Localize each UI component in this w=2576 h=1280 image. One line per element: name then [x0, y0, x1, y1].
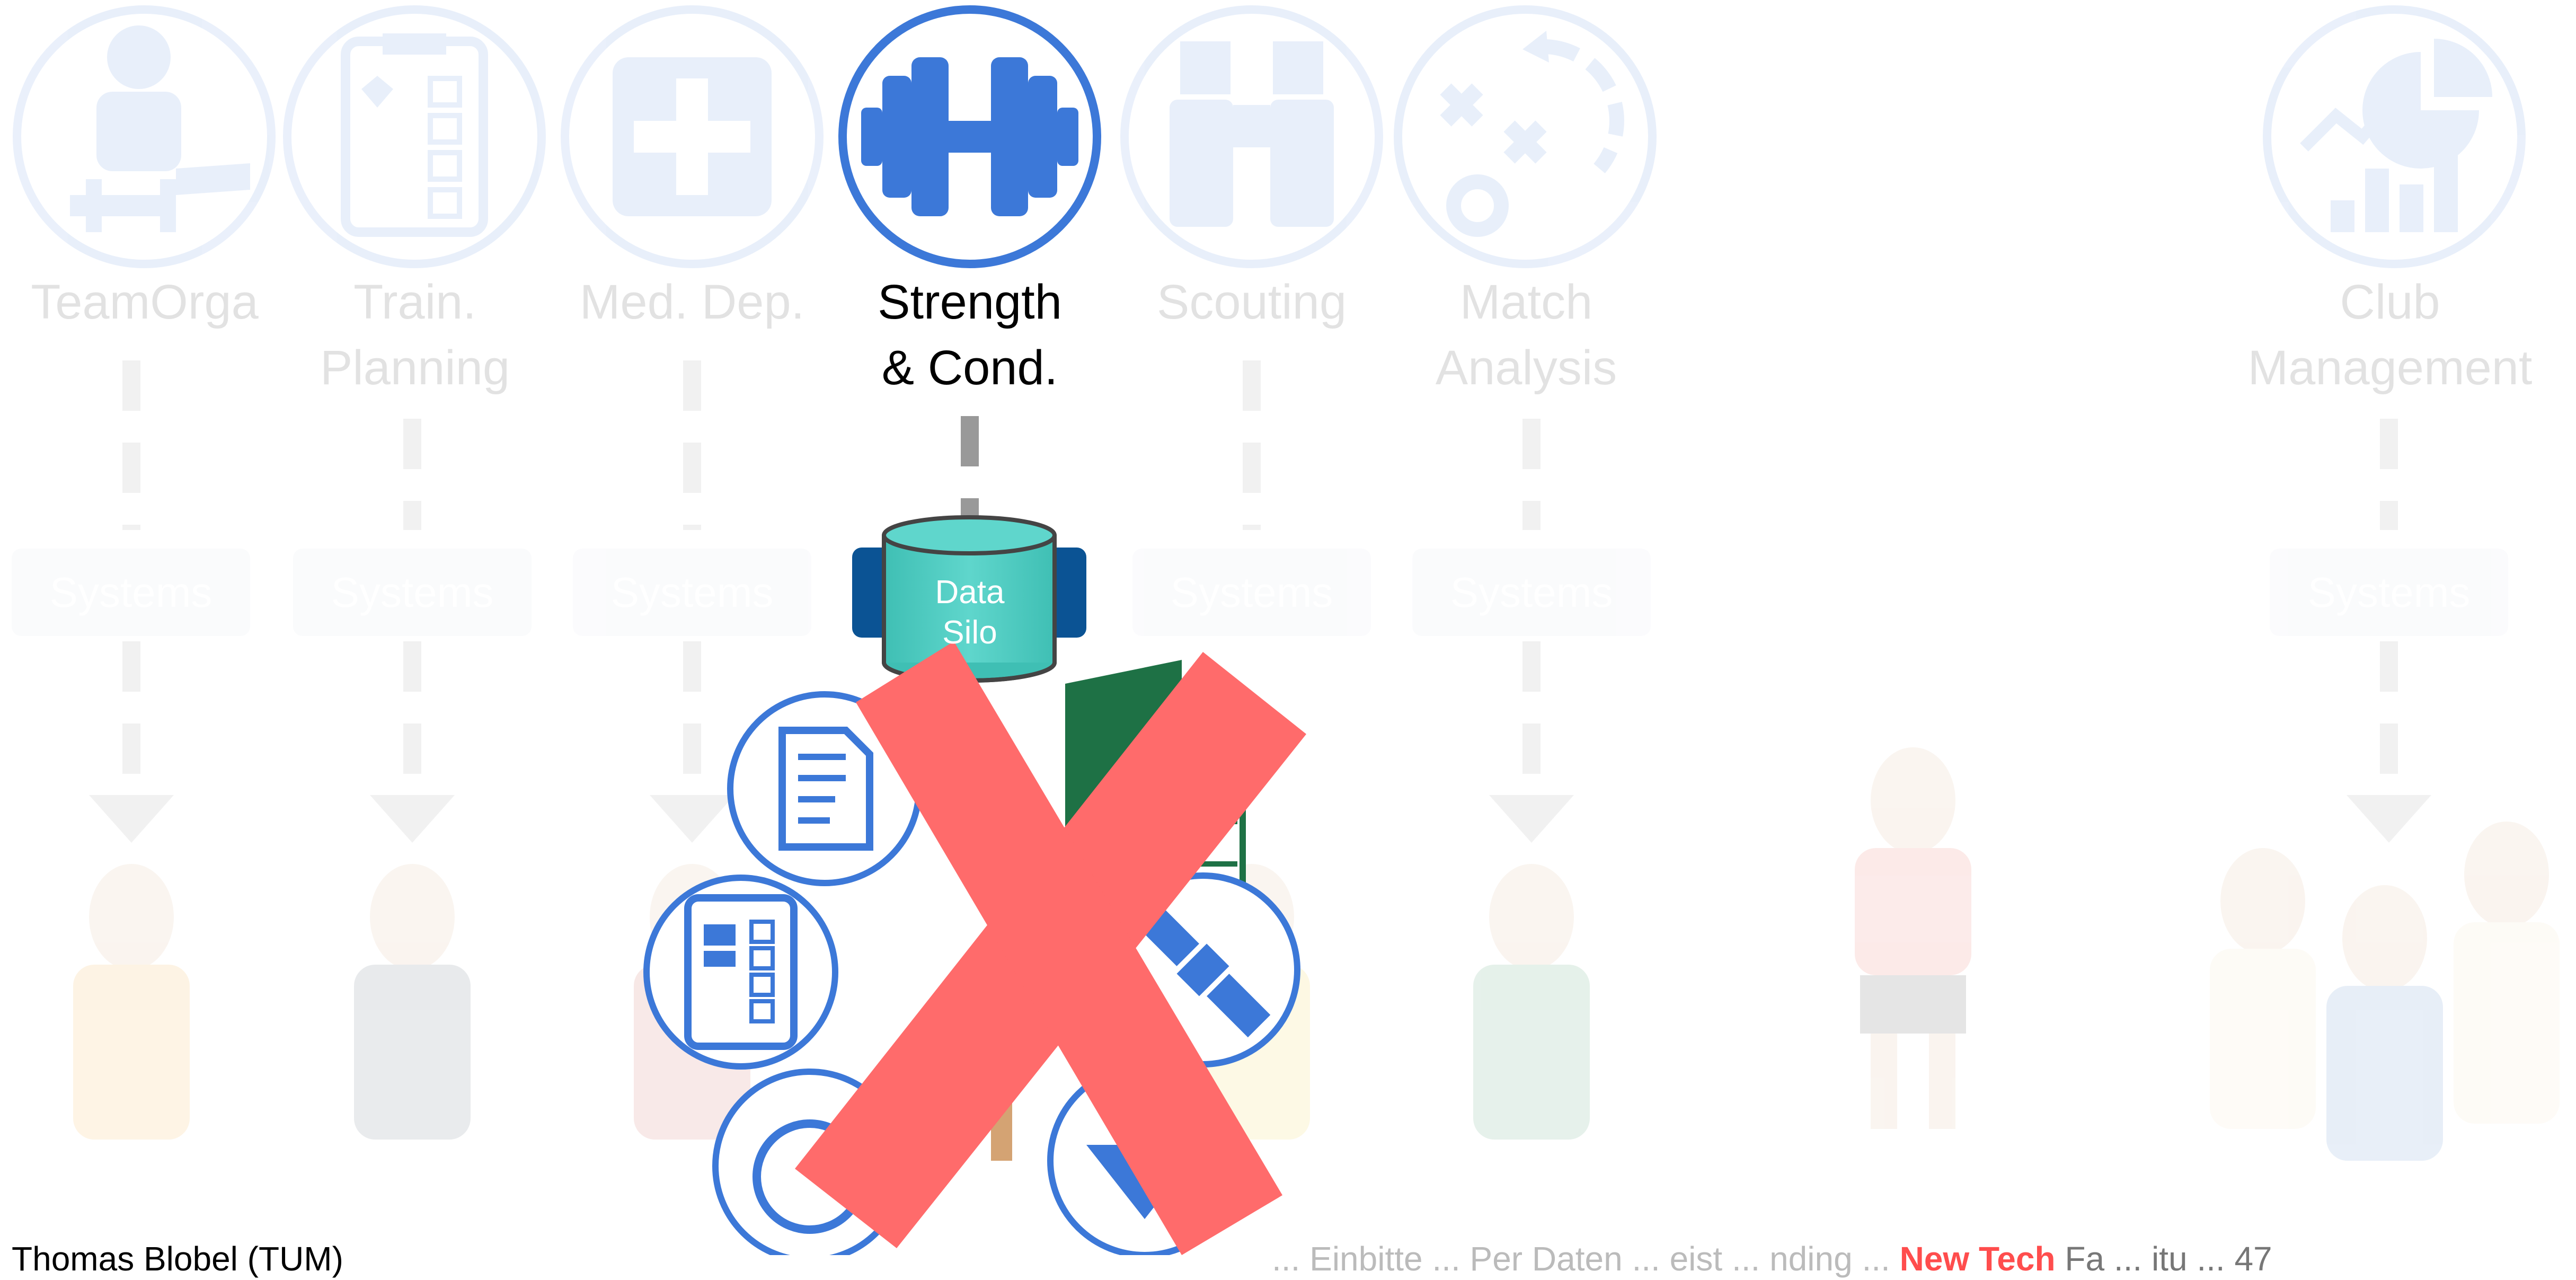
systems-box-scouting: Systems [1132, 549, 1371, 636]
column-label-club: Club Management [2247, 275, 2533, 395]
footer-right-prefix: ... Einbitte ... Per Daten ... eist ... … [1272, 1240, 1890, 1278]
footer-author: Thomas Blobel (TUM) [12, 1240, 343, 1278]
analytics-chart-icon [2263, 5, 2526, 268]
column-label-training: Train. Planning [320, 275, 510, 395]
footer-highlight: New Tech [1899, 1240, 2056, 1278]
binoculars-icon [1120, 5, 1383, 268]
tactics-board-icon [1394, 5, 1657, 268]
footer-right-suffix: Fa ... itu ... 47 [2065, 1240, 2272, 1278]
faded-arrowheads [89, 795, 2431, 843]
person-figure [354, 864, 471, 1140]
footer-right: ... Einbitte ... Per Daten ... eist ... … [1272, 1238, 2272, 1280]
player-boot-icon [13, 5, 276, 268]
medical-cross-icon [561, 5, 824, 268]
clipboard-checklist-icon [283, 5, 546, 268]
management-figures [2210, 822, 2560, 1161]
systems-box-match: Systems [1412, 549, 1651, 636]
systems-box-club: Systems [2270, 549, 2508, 636]
column-label-medical: Med. Dep. [579, 275, 805, 329]
column-label-strength: Strength & Cond. [878, 275, 1062, 395]
player-figure [1855, 747, 1971, 1129]
column-label-scouting: Scouting [1156, 275, 1347, 329]
column-label-match: Match Analysis [1435, 275, 1617, 395]
column-label-teamorga: TeamOrga [31, 275, 259, 329]
person-figure [73, 864, 190, 1140]
systems-box-teamorga: Systems [12, 549, 250, 636]
systems-box-training: Systems [293, 549, 532, 636]
person-figure [1473, 864, 1590, 1140]
dumbbell-icon [838, 5, 1101, 268]
data-silo-label: Data Silo [935, 574, 1005, 651]
checklist-icon [643, 875, 838, 1070]
systems-box-medical: Systems [573, 549, 811, 636]
